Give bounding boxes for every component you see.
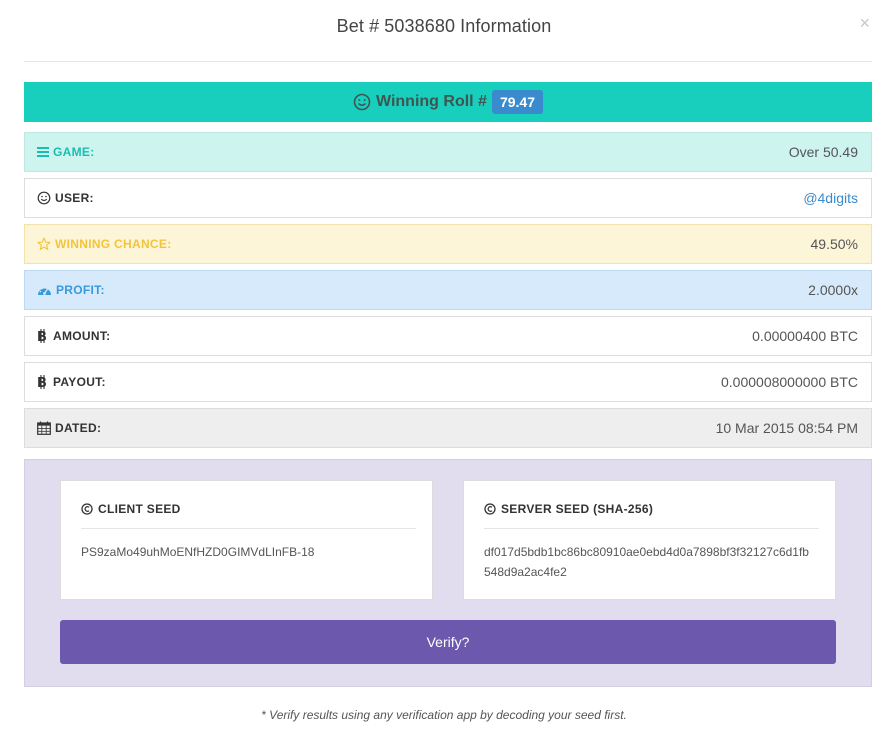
client-seed-value: PS9zaMo49uhMoENfHZD0GIMVdLInFB-18 [81, 545, 315, 559]
dated-label: DATED: [55, 421, 102, 435]
game-row: GAME: Over 50.49 [24, 132, 872, 172]
bars-icon [37, 147, 49, 157]
profit-label: PROFIT: [56, 283, 105, 297]
server-seed-box: SERVER SEED (SHA-256) df017d5bdb1bc86bc8… [463, 480, 836, 600]
bitcoin-icon: B [37, 329, 47, 343]
winning-chance-value: 49.50% [810, 236, 858, 252]
game-value: Over 50.49 [788, 144, 858, 160]
profit-value: 2.0000x [808, 282, 858, 298]
dated-row: DATED: 10 Mar 2015 08:54 PM [24, 408, 872, 448]
winning-roll-label: Winning Roll # [376, 93, 487, 110]
modal-title: Bet # 5038680 Information [336, 16, 552, 36]
winning-roll-banner: Winning Roll # 79.47 [24, 82, 872, 122]
user-link[interactable]: @4digits [803, 190, 871, 206]
copyright-circle-icon [81, 503, 93, 515]
dated-value: 10 Mar 2015 08:54 PM [715, 420, 858, 436]
copyright-circle-icon [484, 503, 496, 515]
svg-text:B: B [37, 330, 47, 343]
verify-footnote: * Verify results using any verification … [261, 708, 627, 722]
user-label: USER: [55, 191, 94, 205]
smile-icon [353, 93, 371, 111]
server-seed-heading: SERVER SEED (SHA-256) [501, 502, 654, 516]
winning-chance-row: WINNING CHANCE: 49.50% [24, 224, 872, 264]
payout-row: B PAYOUT: 0.000008000000 BTC [24, 362, 872, 402]
calendar-icon [37, 421, 51, 435]
server-seed-value: df017d5bdb1bc86bc80910ae0ebd4d0a7898bf3f… [484, 545, 809, 579]
payout-value: 0.000008000000 BTC [721, 374, 858, 390]
svg-text:B: B [37, 376, 47, 389]
header-divider [24, 61, 872, 62]
payout-label: PAYOUT: [53, 375, 106, 389]
dashboard-icon [38, 286, 51, 295]
client-seed-heading: CLIENT SEED [98, 502, 181, 516]
user-row: USER: @4digits [24, 178, 872, 218]
amount-value: 0.00000400 BTC [752, 328, 858, 344]
profit-row: PROFIT: 2.0000x [24, 270, 872, 310]
client-seed-box: CLIENT SEED PS9zaMo49uhMoENfHZD0GIMVdLIn… [60, 480, 433, 600]
smile-icon [37, 191, 51, 205]
game-label: GAME: [53, 145, 95, 159]
winning-chance-label: WINNING CHANCE: [55, 237, 172, 251]
amount-row: B AMOUNT: 0.00000400 BTC [24, 316, 872, 356]
verify-button[interactable]: Verify? [60, 620, 836, 664]
close-icon[interactable]: × [859, 13, 870, 33]
amount-label: AMOUNT: [53, 329, 111, 343]
star-icon [37, 237, 51, 251]
seed-panel: CLIENT SEED PS9zaMo49uhMoENfHZD0GIMVdLIn… [24, 459, 872, 687]
bet-info-modal: Bet # 5038680 Information × Winning Roll… [0, 0, 888, 748]
bitcoin-icon: B [37, 375, 47, 389]
winning-roll-value: 79.47 [491, 90, 543, 114]
